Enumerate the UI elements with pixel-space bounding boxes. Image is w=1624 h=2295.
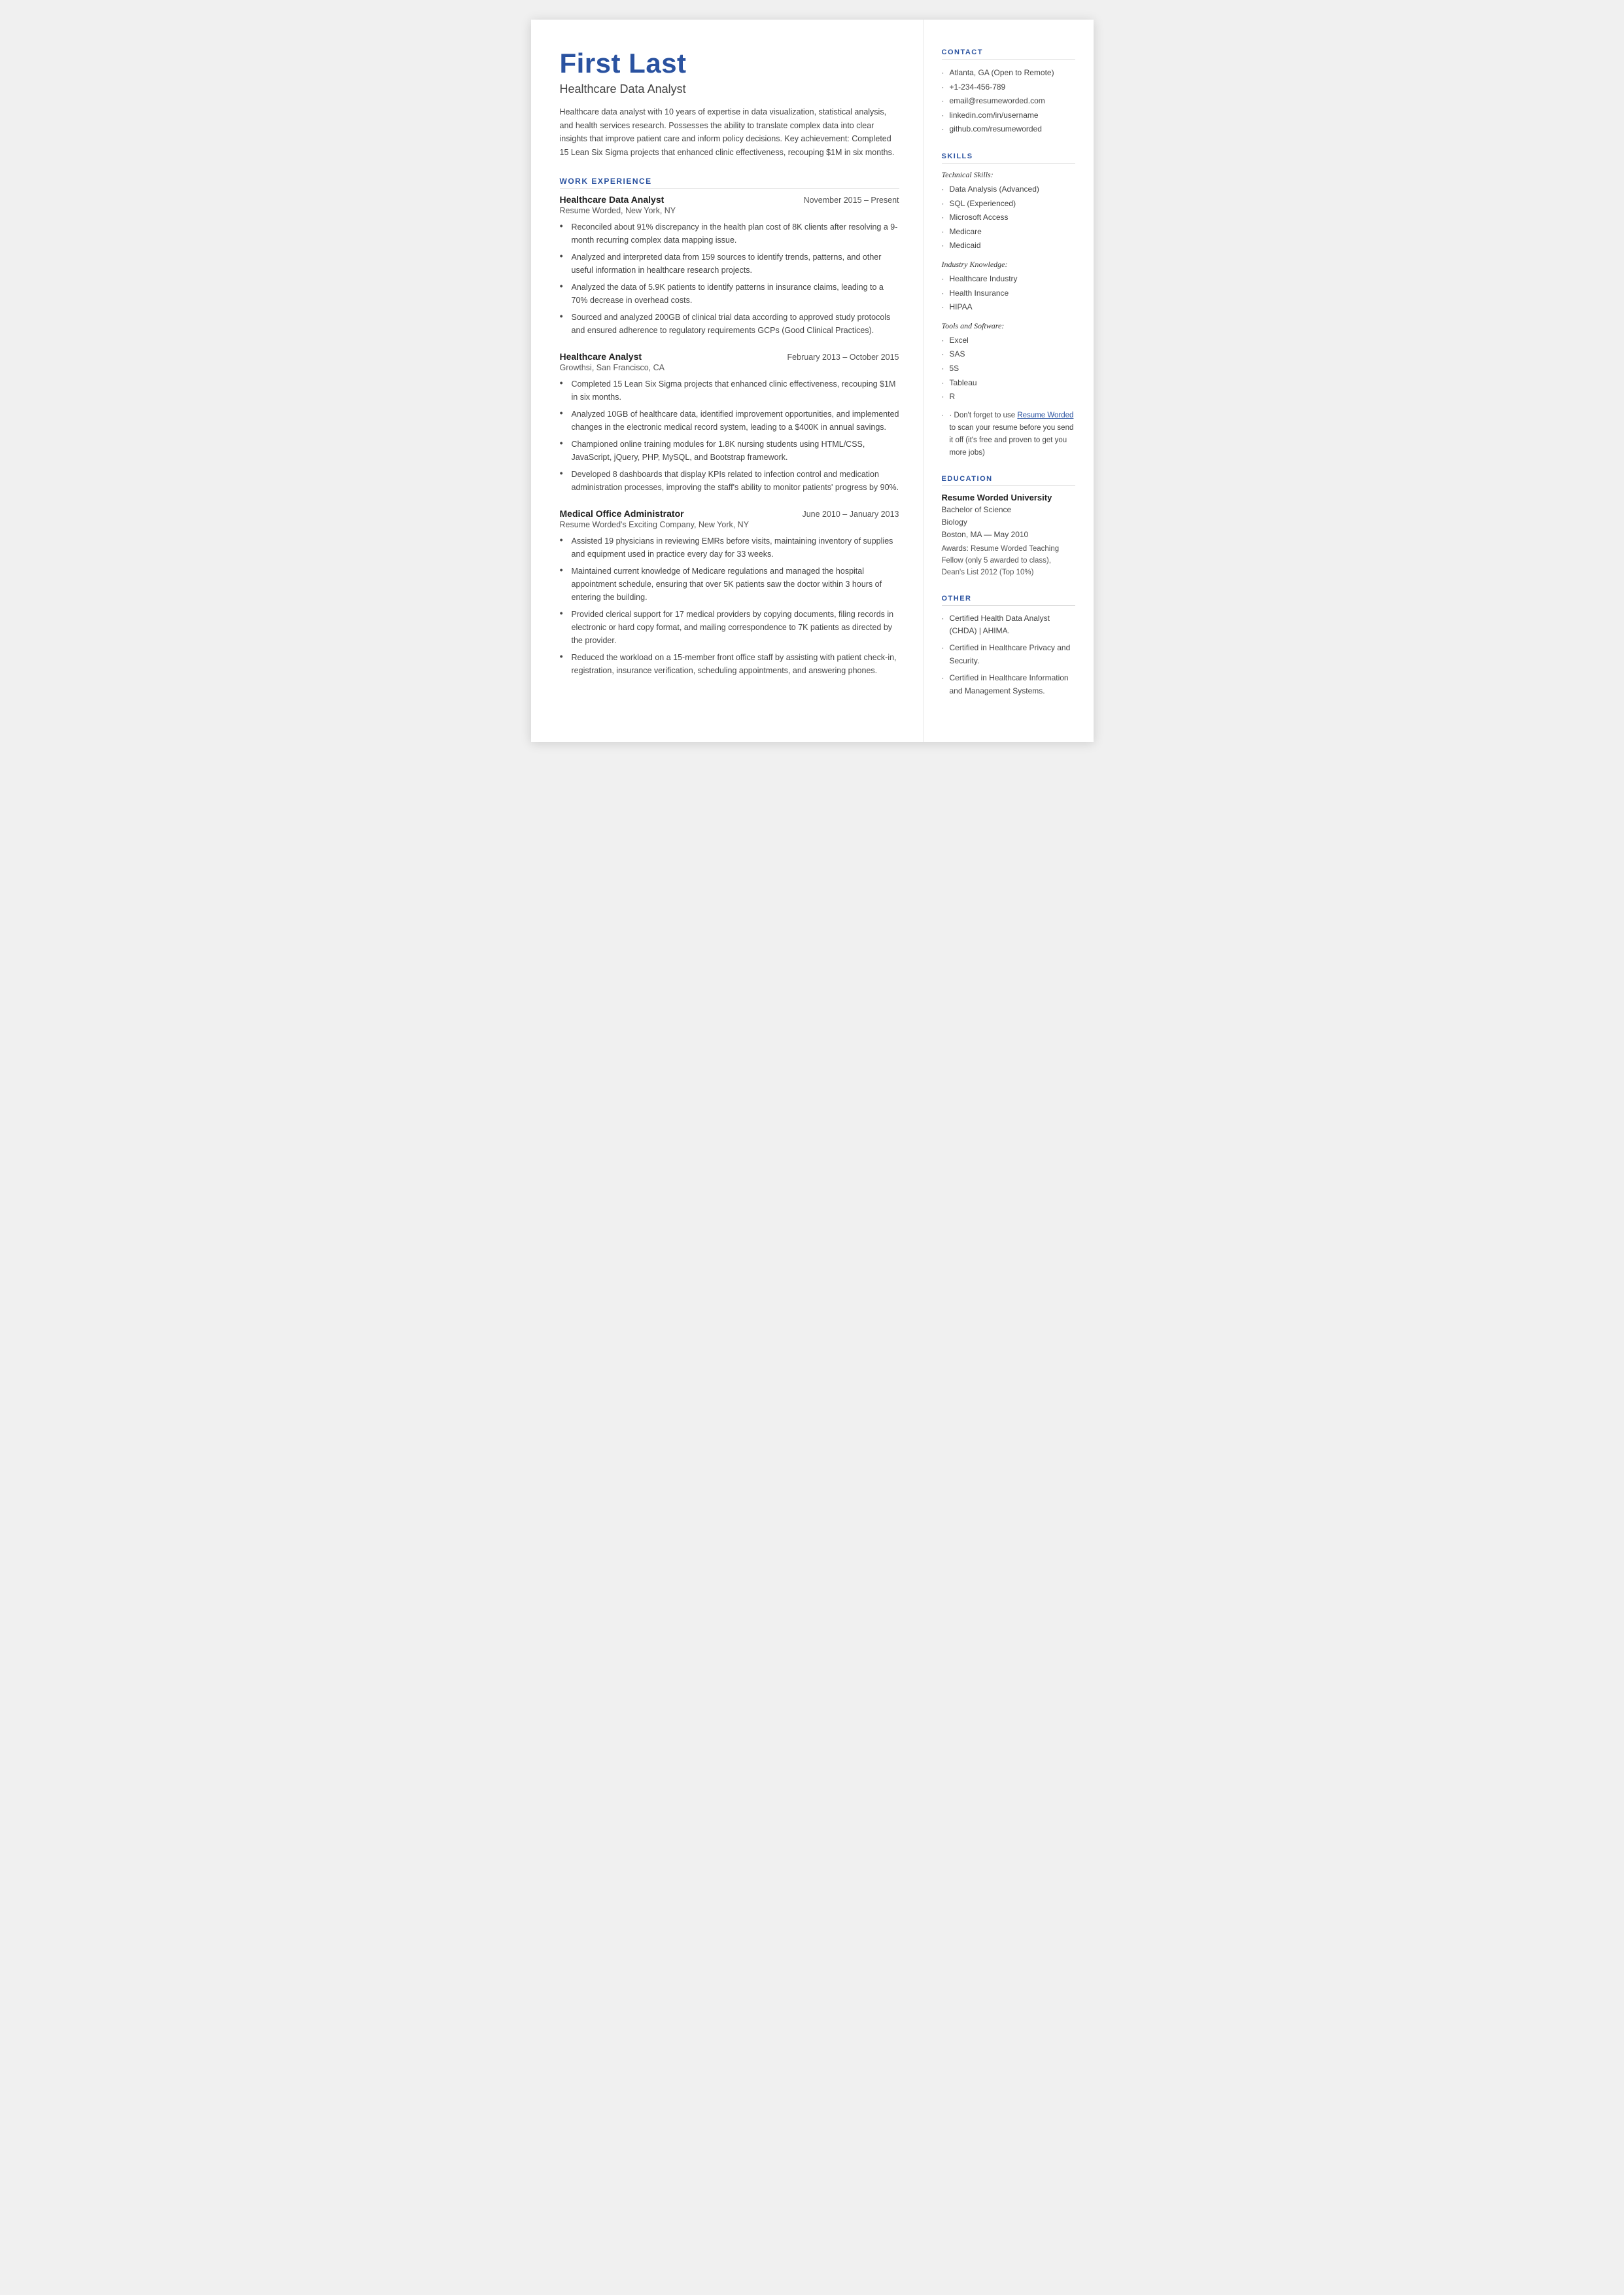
left-column: First Last Healthcare Data Analyst Healt… [531,20,924,742]
skill-3-5: R [942,390,1075,404]
job-header-3: Medical Office Administrator June 2010 –… [560,508,899,519]
bullet-1-4: Sourced and analyzed 200GB of clinical t… [560,311,899,337]
contact-location: Atlanta, GA (Open to Remote) [942,66,1075,80]
bullet-2-3: Championed online training modules for 1… [560,438,899,464]
skill-1-3: Microsoft Access [942,211,1075,225]
skills-category-3: Tools and Software: [942,321,1075,331]
skill-3-1: Excel [942,334,1075,348]
job-dates-2: February 2013 – October 2015 [787,353,899,362]
other-heading: OTHER [942,595,1075,606]
skill-1-5: Medicaid [942,239,1075,253]
edu-field: Biology [942,516,1075,529]
skill-1-1: Data Analysis (Advanced) [942,183,1075,197]
job-company-3: Resume Worded's Exciting Company, New Yo… [560,520,899,529]
skill-1-4: Medicare [942,225,1075,239]
bullet-3-2: Maintained current knowledge of Medicare… [560,565,899,604]
summary-text: Healthcare data analyst with 10 years of… [560,105,899,160]
job-block-1: Healthcare Data Analyst November 2015 – … [560,194,899,337]
bullet-3-3: Provided clerical support for 17 medical… [560,608,899,647]
work-experience-heading: WORK EXPERIENCE [560,177,899,189]
other-section: OTHER Certified Health Data Analyst (CHD… [942,595,1075,698]
right-column: CONTACT Atlanta, GA (Open to Remote) +1-… [924,20,1094,742]
resume-worded-link[interactable]: Resume Worded [1017,412,1073,419]
other-item-3: Certified in Healthcare Information and … [942,672,1075,698]
skills-section: SKILLS Technical Skills: Data Analysis (… [942,152,1075,459]
bullet-3-4: Reduced the workload on a 15-member fron… [560,651,899,677]
job-header-1: Healthcare Data Analyst November 2015 – … [560,194,899,205]
skill-2-3: HIPAA [942,300,1075,315]
job-bullets-1: Reconciled about 91% discrepancy in the … [560,220,899,337]
skill-2-2: Health Insurance [942,287,1075,301]
contact-email: email@resumeworded.com [942,94,1075,109]
bullet-1-1: Reconciled about 91% discrepancy in the … [560,220,899,247]
edu-awards: Awards: Resume Worded Teaching Fellow (o… [942,544,1075,578]
job-title-2: Healthcare Analyst [560,351,642,362]
bullet-2-2: Analyzed 10GB of healthcare data, identi… [560,408,899,434]
job-dates-1: November 2015 – Present [804,196,899,205]
education-section: EDUCATION Resume Worded University Bache… [942,475,1075,579]
edu-school: Resume Worded University [942,493,1075,502]
skills-category-2: Industry Knowledge: [942,260,1075,270]
job-title-3: Medical Office Administrator [560,508,684,519]
skills-note: · Don't forget to use Resume Worded to s… [942,410,1075,459]
edu-degree: Bachelor of Science [942,504,1075,516]
skill-3-4: Tableau [942,376,1075,391]
contact-linkedin: linkedin.com/in/username [942,109,1075,123]
job-bullets-3: Assisted 19 physicians in reviewing EMRs… [560,534,899,677]
full-name: First Last [560,48,899,79]
skill-2-1: Healthcare Industry [942,272,1075,287]
bullet-2-4: Developed 8 dashboards that display KPIs… [560,468,899,494]
job-block-3: Medical Office Administrator June 2010 –… [560,508,899,677]
job-title: Healthcare Data Analyst [560,82,899,96]
job-dates-3: June 2010 – January 2013 [802,510,899,519]
skills-heading: SKILLS [942,152,1075,164]
other-item-1: Certified Health Data Analyst (CHDA) | A… [942,612,1075,639]
bullet-1-3: Analyzed the data of 5.9K patients to id… [560,281,899,307]
job-title-1: Healthcare Data Analyst [560,194,665,205]
edu-location-date: Boston, MA — May 2010 [942,529,1075,541]
contact-heading: CONTACT [942,48,1075,60]
job-block-2: Healthcare Analyst February 2013 – Octob… [560,351,899,494]
job-company-2: Growthsi, San Francisco, CA [560,363,899,372]
bullet-1-2: Analyzed and interpreted data from 159 s… [560,251,899,277]
other-item-2: Certified in Healthcare Privacy and Secu… [942,642,1075,668]
bullet-2-1: Completed 15 Lean Six Sigma projects tha… [560,377,899,404]
contact-section: CONTACT Atlanta, GA (Open to Remote) +1-… [942,48,1075,137]
bullet-3-1: Assisted 19 physicians in reviewing EMRs… [560,534,899,561]
skill-3-3: 5S [942,362,1075,376]
job-bullets-2: Completed 15 Lean Six Sigma projects tha… [560,377,899,494]
skills-category-1: Technical Skills: [942,170,1075,180]
skill-3-2: SAS [942,347,1075,362]
job-company-1: Resume Worded, New York, NY [560,206,899,215]
education-heading: EDUCATION [942,475,1075,486]
contact-phone: +1-234-456-789 [942,80,1075,95]
contact-github: github.com/resumeworded [942,122,1075,137]
skill-1-2: SQL (Experienced) [942,197,1075,211]
job-header-2: Healthcare Analyst February 2013 – Octob… [560,351,899,362]
resume-page: First Last Healthcare Data Analyst Healt… [531,20,1094,742]
